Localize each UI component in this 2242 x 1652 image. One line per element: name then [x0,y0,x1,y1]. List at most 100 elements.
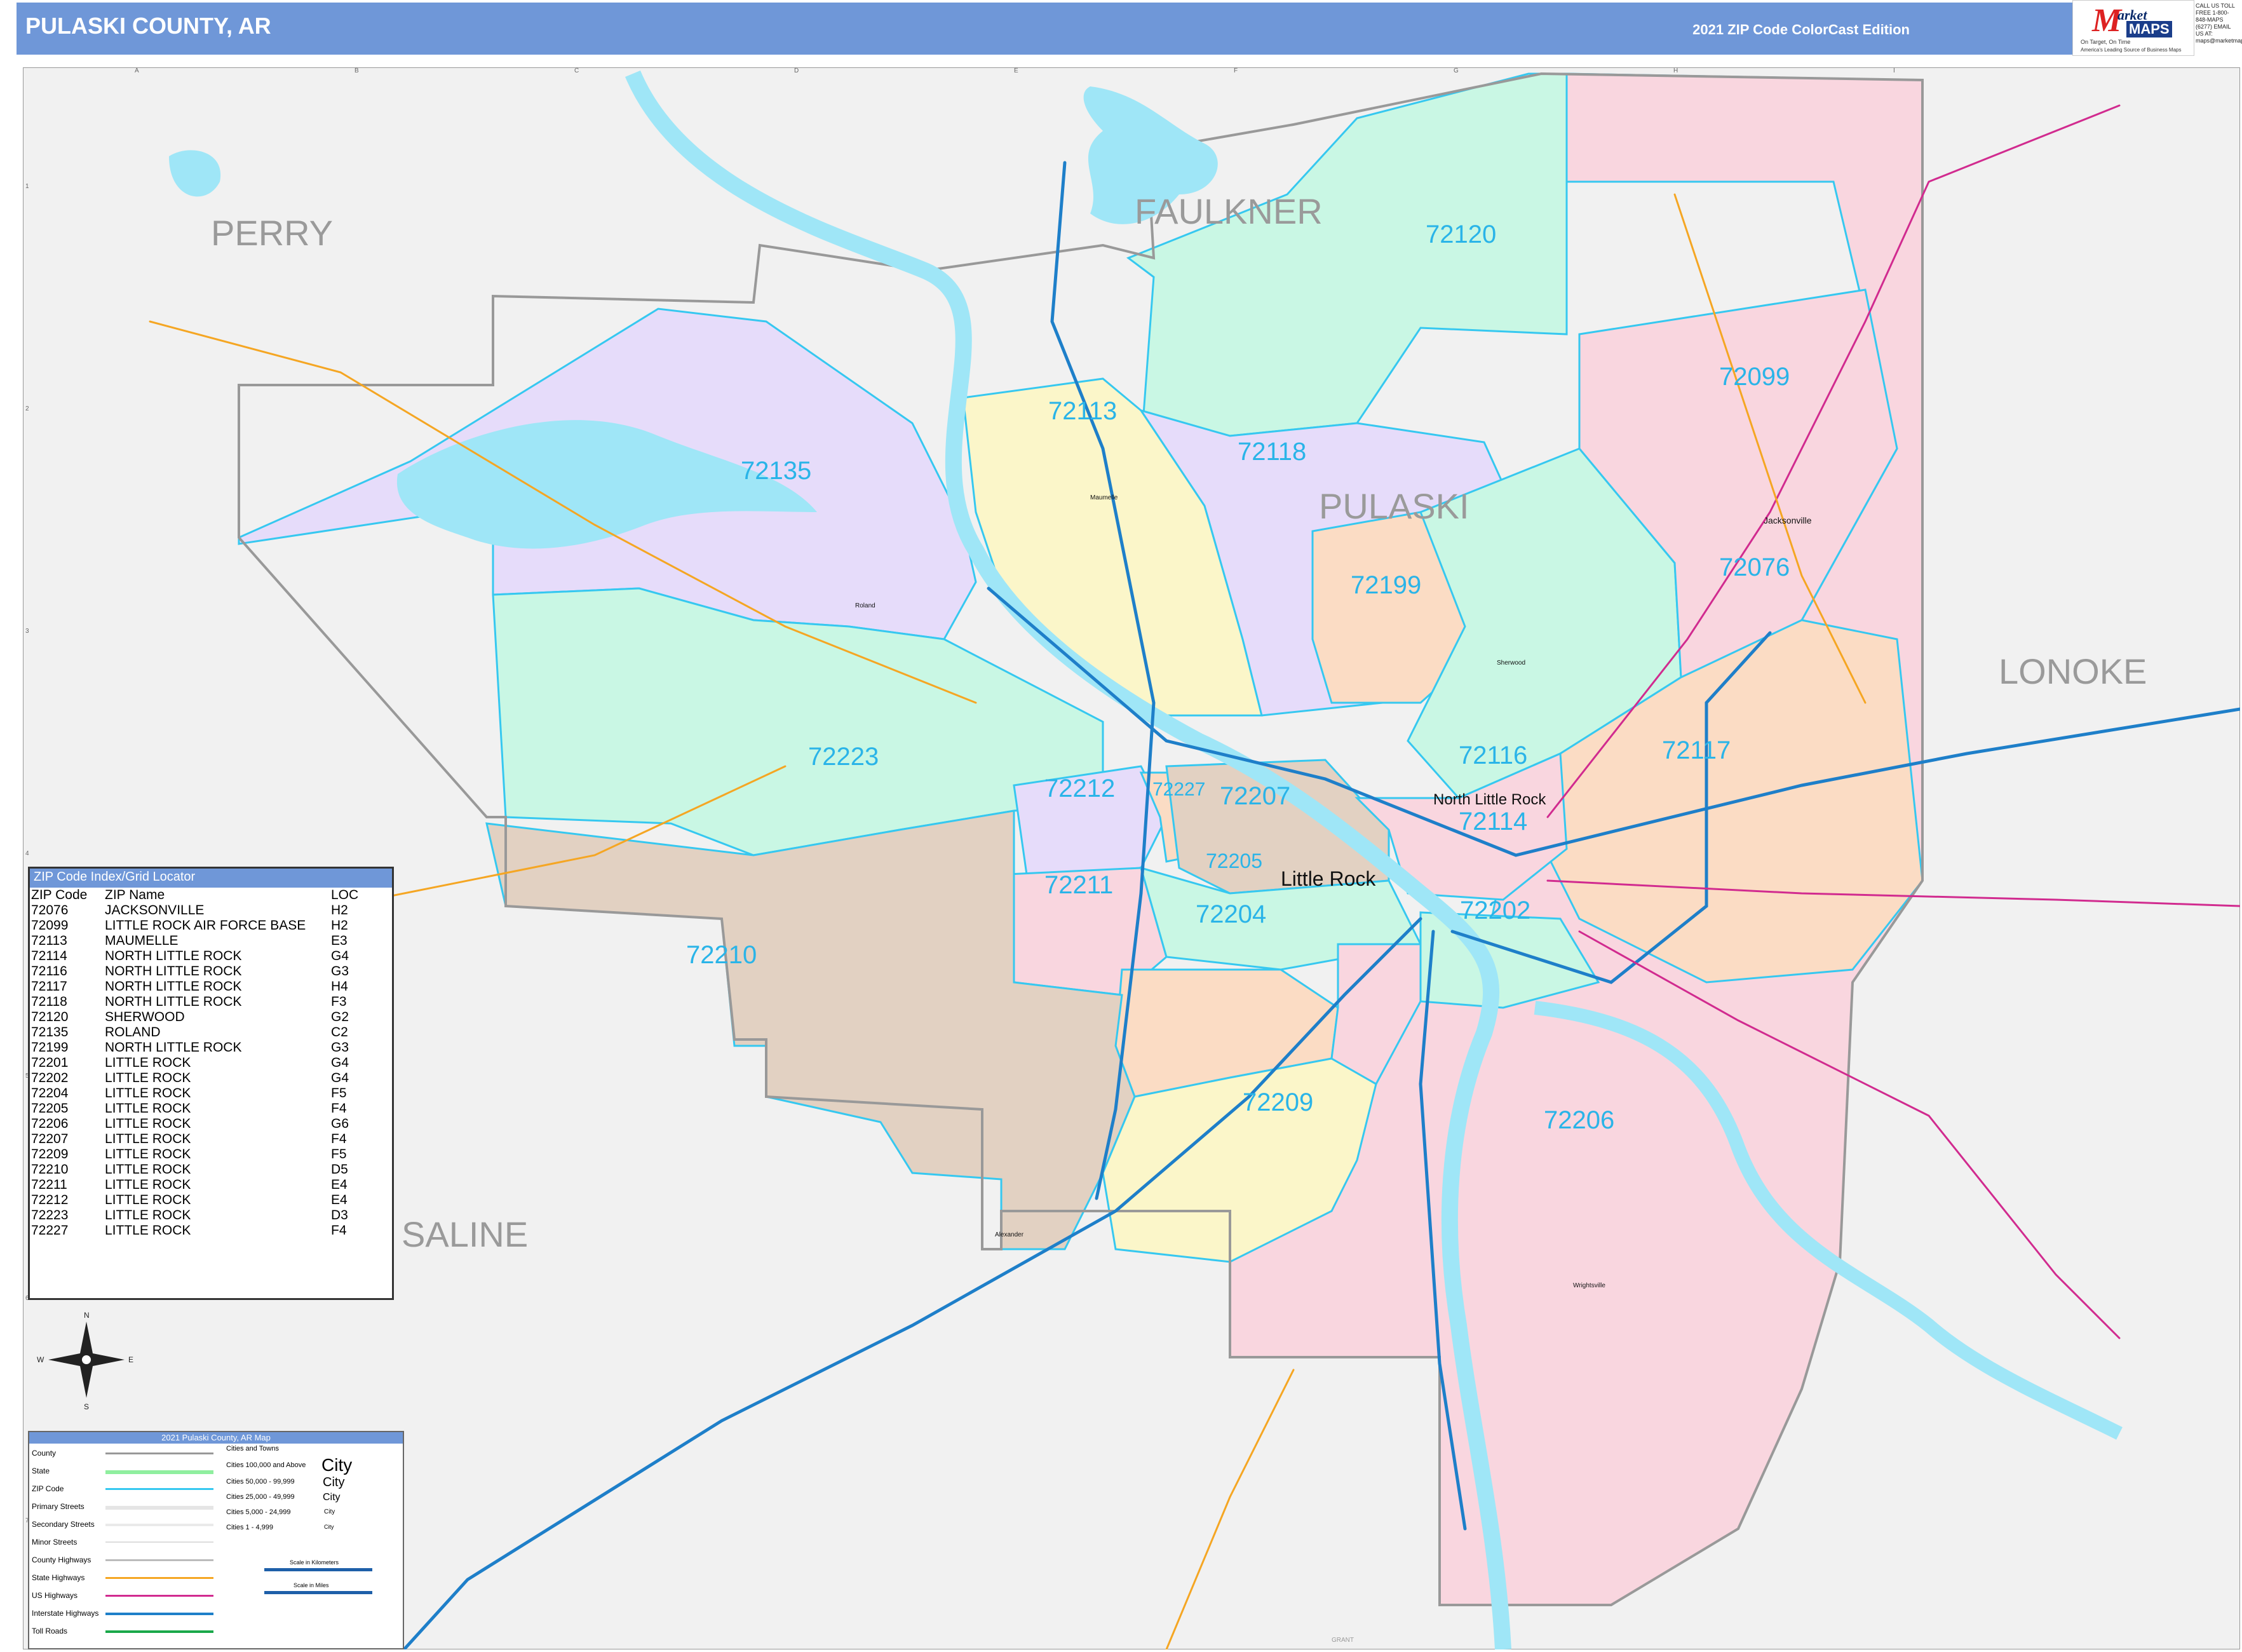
zip-name-cell: NORTH LITTLE ROCK [105,964,242,978]
key-label-county-hwy: County Highways [32,1555,91,1564]
grid-col-D: D [794,67,799,74]
zip-label-72205: 72205 [1206,850,1262,872]
scale-mi-bar [264,1591,372,1594]
zip-code-cell: 72212 [31,1193,69,1207]
zip-name-cell: LITTLE ROCK [105,1162,191,1177]
zip-label-72199: 72199 [1351,571,1421,599]
zip-name-cell: LITTLE ROCK [105,1223,191,1238]
table-row: 72202 LITTLE ROCK G4 [31,1071,362,1086]
key-label-primary: Primary Streets [32,1502,84,1511]
zip-label-72116: 72116 [1459,741,1527,769]
key-label-us-hwy: US Highways [32,1591,78,1600]
zip-loc-cell: E4 [331,1177,348,1192]
zip-code-cell: 72223 [31,1208,69,1222]
zip-name-cell: NORTH LITTLE ROCK [105,949,242,963]
zip-label-72099: 72099 [1719,363,1790,391]
city-class-5: Cities 1 - 4,999 [226,1524,273,1531]
scale-mi-label: Scale in Miles [294,1582,329,1588]
scale-km-label: Scale in Kilometers [290,1559,339,1566]
zip-code-cell: 72116 [31,964,67,978]
zip-loc-cell: F5 [331,1086,347,1100]
key-swatch-county-hwy [105,1559,213,1561]
logo-maps: MAPS [2126,21,2172,37]
compass-e: E [128,1355,133,1364]
city-sample-3: City [323,1492,341,1503]
grid-col-B: B [355,67,359,74]
grid-col-C: C [574,67,579,74]
zip-loc-cell: H4 [331,979,348,994]
key-swatch-secondary [105,1524,213,1526]
zip-label-72117: 72117 [1662,736,1731,764]
zip-label-72227: 72227 [1152,779,1205,800]
table-row: 72205 LITTLE ROCK F4 [31,1101,362,1116]
zip-name-cell: LITTLE ROCK [105,1132,191,1146]
zip-loc-cell: F4 [331,1223,347,1238]
table-row: 72204 LITTLE ROCK F5 [31,1086,362,1101]
zip-name-cell: NORTH LITTLE ROCK [105,979,242,994]
key-label-toll: Toll Roads [32,1627,68,1635]
table-row: 72209 LITTLE ROCK F5 [31,1147,362,1162]
compass-s: S [84,1402,89,1411]
zip-name-cell: NORTH LITTLE ROCK [105,994,242,1009]
zip-name-cell: LITTLE ROCK [105,1101,191,1116]
zip-loc-cell: H2 [331,903,348,917]
city-label-alexander: Alexander [995,1231,1024,1238]
zip-loc-cell: F3 [331,994,347,1009]
table-row: 72116 NORTH LITTLE ROCK G3 [31,964,362,979]
key-swatch-interstate [105,1613,213,1615]
zip-index-table: ZIP Code ZIP Name LOC 72076 JACKSONVILLE H… [31,888,362,1238]
map-header: PULASKI COUNTY, AR 2021 ZIP Code ColorCa… [17,3,2100,55]
table-row: 72201 LITTLE ROCK G4 [31,1055,362,1071]
zip-name-cell: JACKSONVILLE [105,903,205,917]
zip-code-cell: 72117 [31,979,67,994]
table-row: 72135 ROLAND C2 [31,1025,362,1040]
edition-label: 2021 ZIP Code ColorCast Edition [1692,22,1910,37]
table-row: 72118 NORTH LITTLE ROCK F3 [31,994,362,1010]
key-label-minor: Minor Streets [32,1538,78,1547]
zip-label-72210: 72210 [686,941,757,969]
zip-code-cell: 72120 [31,1010,69,1024]
zip-code-cell: 72114 [31,949,67,963]
key-label-secondary: Secondary Streets [32,1520,95,1529]
compass-w: W [37,1355,44,1364]
key-swatch-state-hwy [105,1577,213,1579]
key-label-interstate: Interstate Highways [32,1609,99,1618]
zip-name-cell: LITTLE ROCK [105,1147,191,1161]
zip-label-72118: 72118 [1238,438,1306,466]
zip-loc-cell: F4 [331,1101,347,1116]
map-key-box: 2021 Pulaski County, AR Map County State… [28,1431,404,1649]
table-row: 72210 LITTLE ROCK D5 [31,1162,362,1177]
zip-loc-cell: C2 [331,1025,348,1039]
compass-center [81,1354,92,1365]
map-title: PULASKI COUNTY, AR [25,13,271,39]
logo-tagline: On Target, On Time [2081,39,2131,45]
zip-code-cell: 72199 [31,1040,69,1055]
zip-name-cell: MAUMELLE [105,933,179,948]
table-row: 72117 NORTH LITTLE ROCK H4 [31,979,362,994]
zip-index-box: ZIP Code Index/Grid Locator ZIP Code ZIP… [28,867,394,1300]
cities-title: Cities and Towns [226,1445,279,1452]
county-label-faulkner: FAULKNER [1135,191,1323,231]
zip-label-72206: 72206 [1544,1106,1614,1134]
city-label-roland: Roland [855,602,875,609]
grid-row-1: 1 [25,183,29,190]
zip-loc-cell: H2 [331,918,348,933]
zip-code-cell: 72204 [31,1086,69,1100]
table-row: 72114 NORTH LITTLE ROCK G4 [31,949,362,964]
zip-code-cell: 72207 [31,1132,69,1146]
zip-loc-cell: G2 [331,1010,349,1024]
key-swatch-state [105,1470,213,1474]
city-sample-5: City [324,1524,334,1530]
zip-label-72076: 72076 [1719,553,1790,581]
zip-index-header-loc: LOC [331,888,359,902]
zip-label-72207: 72207 [1220,782,1290,810]
zip-code-cell: 72209 [31,1147,69,1161]
table-row: 72223 LITTLE ROCK D3 [31,1208,362,1223]
city-class-4: Cities 5,000 - 24,999 [226,1508,291,1516]
key-swatch-toll [105,1630,213,1633]
zip-code-cell: 72206 [31,1116,69,1131]
zip-name-cell: SHERWOOD [105,1010,185,1024]
zip-name-cell: ROLAND [105,1025,161,1039]
zip-name-cell: LITTLE ROCK [105,1071,191,1085]
grid-col-I: I [1893,67,1895,74]
